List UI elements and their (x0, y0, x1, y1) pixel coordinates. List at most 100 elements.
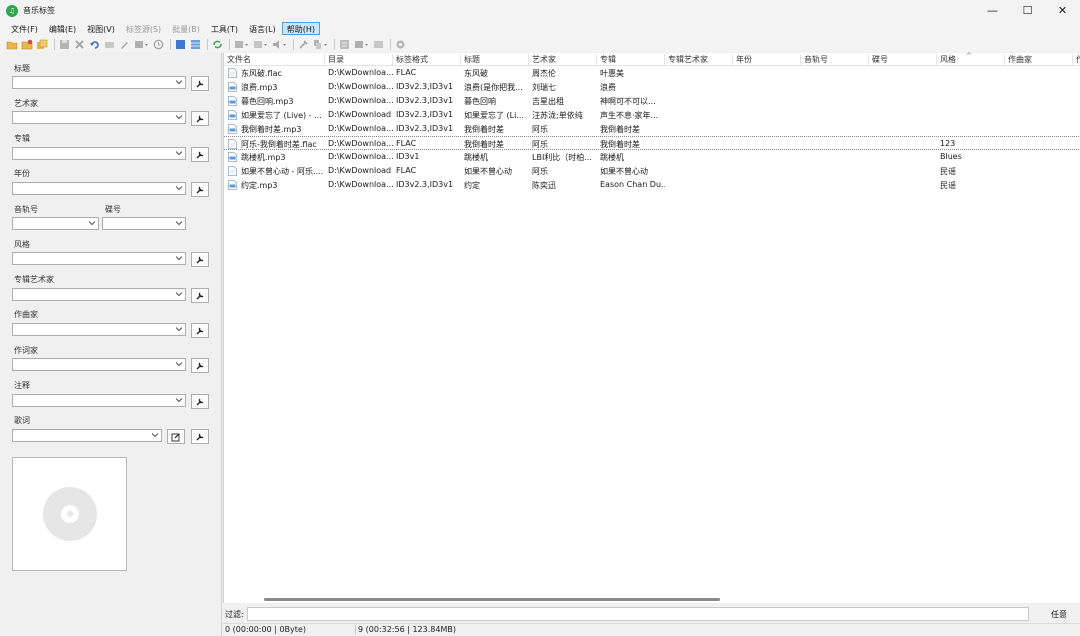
col-album[interactable]: 专辑 (597, 54, 665, 65)
wrench-icon (196, 292, 204, 299)
col-artist[interactable]: 艺术家 (529, 54, 597, 65)
audio-icon[interactable] (271, 38, 287, 50)
menu-tag-source[interactable]: 标签源(S) (121, 22, 166, 35)
col-year[interactable]: 年份 (733, 54, 801, 65)
col-title[interactable]: 标题 (461, 54, 529, 65)
cell-tagfmt: FLAC (396, 139, 417, 148)
file-list[interactable]: 文件名 目录 标签格式 标题 艺术家 专辑 专辑艺术家 年份 音轨号 碟号 风格… (223, 52, 1080, 603)
cell-genre (937, 96, 1005, 107)
artwork-icon[interactable] (252, 38, 268, 50)
col-composer[interactable]: 作曲家 (1005, 54, 1073, 65)
track-field[interactable] (12, 217, 99, 230)
refresh-icon[interactable] (211, 38, 223, 50)
artist-label: 艺术家 (14, 99, 38, 108)
col-directory[interactable]: 目录 (325, 54, 393, 65)
view-list-icon[interactable] (174, 38, 186, 50)
cell-title: 我倒着时差 (464, 125, 504, 134)
table-row[interactable]: 跳楼机.mp3 D:\KwDownloa... ID3v1 跳楼机 LBI利比（时柏..… (224, 150, 1080, 164)
col-filename[interactable]: 文件名 (224, 54, 325, 65)
table-row[interactable]: 我倒着时差.mp3 D:\KwDownloa... ID3v2.3,ID3v1 我倒着… (224, 122, 1080, 136)
cell-filename: 约定.mp3 (241, 181, 278, 190)
lyricist-field[interactable] (12, 358, 186, 371)
playlist-icon[interactable] (353, 38, 369, 50)
table-row[interactable]: 阿乐-我倒着时差.flac D:\KwDownloa... FLAC 我倒着时差 阿乐 我… (224, 136, 1080, 150)
col-track[interactable]: 音轨号 (801, 54, 869, 65)
horizontal-scrollbar[interactable] (264, 598, 720, 601)
genre-tools-button[interactable] (191, 252, 209, 267)
year-tools-button[interactable] (191, 182, 209, 197)
comment-tools-button[interactable] (191, 394, 209, 409)
tools-icon[interactable] (297, 38, 309, 50)
settings-icon[interactable] (394, 38, 406, 50)
view-detail-icon[interactable] (189, 38, 201, 50)
table-row[interactable]: 东风破.flac D:\KwDownloa... FLAC 东风破 周杰伦 叶惠美 (224, 66, 1080, 80)
close-button[interactable]: ✕ (1045, 0, 1080, 21)
menu-file[interactable]: 文件(F) (6, 22, 43, 35)
cell-genre (937, 124, 1005, 135)
lyrics-edit-button[interactable] (167, 429, 185, 444)
lyrics-field[interactable] (12, 429, 162, 442)
filter-bar: 过滤: 任意 (223, 605, 1080, 623)
lyricist-tools-button[interactable] (191, 358, 209, 373)
col-tag-format[interactable]: 标签格式 (393, 54, 461, 65)
clock-icon[interactable] (152, 38, 164, 50)
menu-help[interactable]: 帮助(H) (281, 22, 321, 35)
table-row[interactable]: 暮色回响.mp3 D:\KwDownloa... ID3v2.3,ID3v1 暮色回响… (224, 94, 1080, 108)
cell-genre (937, 110, 1005, 121)
year-field[interactable] (12, 182, 186, 195)
title-field[interactable] (12, 76, 186, 89)
album-field[interactable] (12, 147, 186, 160)
cell-tagfmt: FLAC (396, 166, 417, 175)
undo-icon[interactable] (88, 38, 100, 50)
album-cover[interactable] (12, 457, 127, 571)
batch-edit-icon[interactable] (133, 38, 149, 50)
cell-tagfmt: ID3v2.3,ID3v1 (396, 110, 454, 119)
album-tools-button[interactable] (191, 147, 209, 162)
table-row[interactable]: 如果不曾心动 - 阿乐.... D:\KwDownload FLAC 如果不曾心动 阿乐… (224, 164, 1080, 178)
save-icon[interactable] (58, 38, 70, 50)
open-folder-icon[interactable] (6, 38, 18, 50)
delete-icon[interactable] (73, 38, 85, 50)
table-row[interactable]: 约定.mp3 D:\KwDownloa... ID3v2.3,ID3v1 约定 陈奕迅 E… (224, 178, 1080, 192)
table-row[interactable]: 浪费.mp3 D:\KwDownloa... ID3v2.3,ID3v1 浪费(是你把… (224, 80, 1080, 94)
title-tools-button[interactable] (191, 76, 209, 91)
table-row[interactable]: 如果爱忘了 (Live) - ... D:\KwDownload ID3v2.3,I… (224, 108, 1080, 122)
menu-edit[interactable]: 编辑(E) (44, 22, 81, 35)
cell-filename: 我倒着时差.mp3 (241, 125, 302, 134)
menu-language[interactable]: 语言(L) (244, 22, 281, 35)
col-lyricist[interactable]: 作 (1073, 54, 1080, 65)
rename-icon[interactable] (103, 38, 115, 50)
composer-tools-button[interactable] (191, 323, 209, 338)
composer-field[interactable] (12, 323, 186, 336)
disc-field[interactable] (102, 217, 186, 230)
menu-batch[interactable]: 批量(B) (167, 22, 205, 35)
artist-field[interactable] (12, 111, 186, 124)
artist-tools-button[interactable] (191, 111, 209, 126)
col-album-artist[interactable]: 专辑艺术家 (665, 54, 733, 65)
format-icon[interactable] (338, 38, 350, 50)
add-folder-icon[interactable] (21, 38, 33, 50)
mp3-file-icon (228, 180, 237, 190)
menu-tools[interactable]: 工具(T) (206, 22, 243, 35)
mp3-file-icon (228, 110, 237, 120)
filter-input[interactable] (247, 607, 1029, 621)
menu-view[interactable]: 视图(V) (82, 22, 120, 35)
add-files-icon[interactable] (36, 38, 48, 50)
filter-mode-button[interactable]: 任意 (1051, 609, 1067, 620)
mp3-file-icon (228, 124, 237, 134)
genre-field[interactable] (12, 252, 186, 265)
composer-label: 作曲家 (14, 310, 38, 319)
image-icon[interactable] (372, 38, 384, 50)
lyrics-tools-button[interactable] (191, 429, 209, 444)
wrench-icon (196, 433, 204, 440)
comment-field[interactable] (12, 394, 186, 407)
convert-icon[interactable] (312, 38, 328, 50)
minimize-button[interactable]: — (975, 0, 1010, 21)
album-artist-field[interactable] (12, 288, 186, 301)
maximize-button[interactable]: ☐ (1010, 0, 1045, 21)
edit-icon[interactable] (118, 38, 130, 50)
cell-title: 如果爱忘了 (Li... (464, 111, 524, 120)
album-artist-tools-button[interactable] (191, 288, 209, 303)
col-disc[interactable]: 碟号 (869, 54, 937, 65)
tag-source-icon[interactable] (233, 38, 249, 50)
